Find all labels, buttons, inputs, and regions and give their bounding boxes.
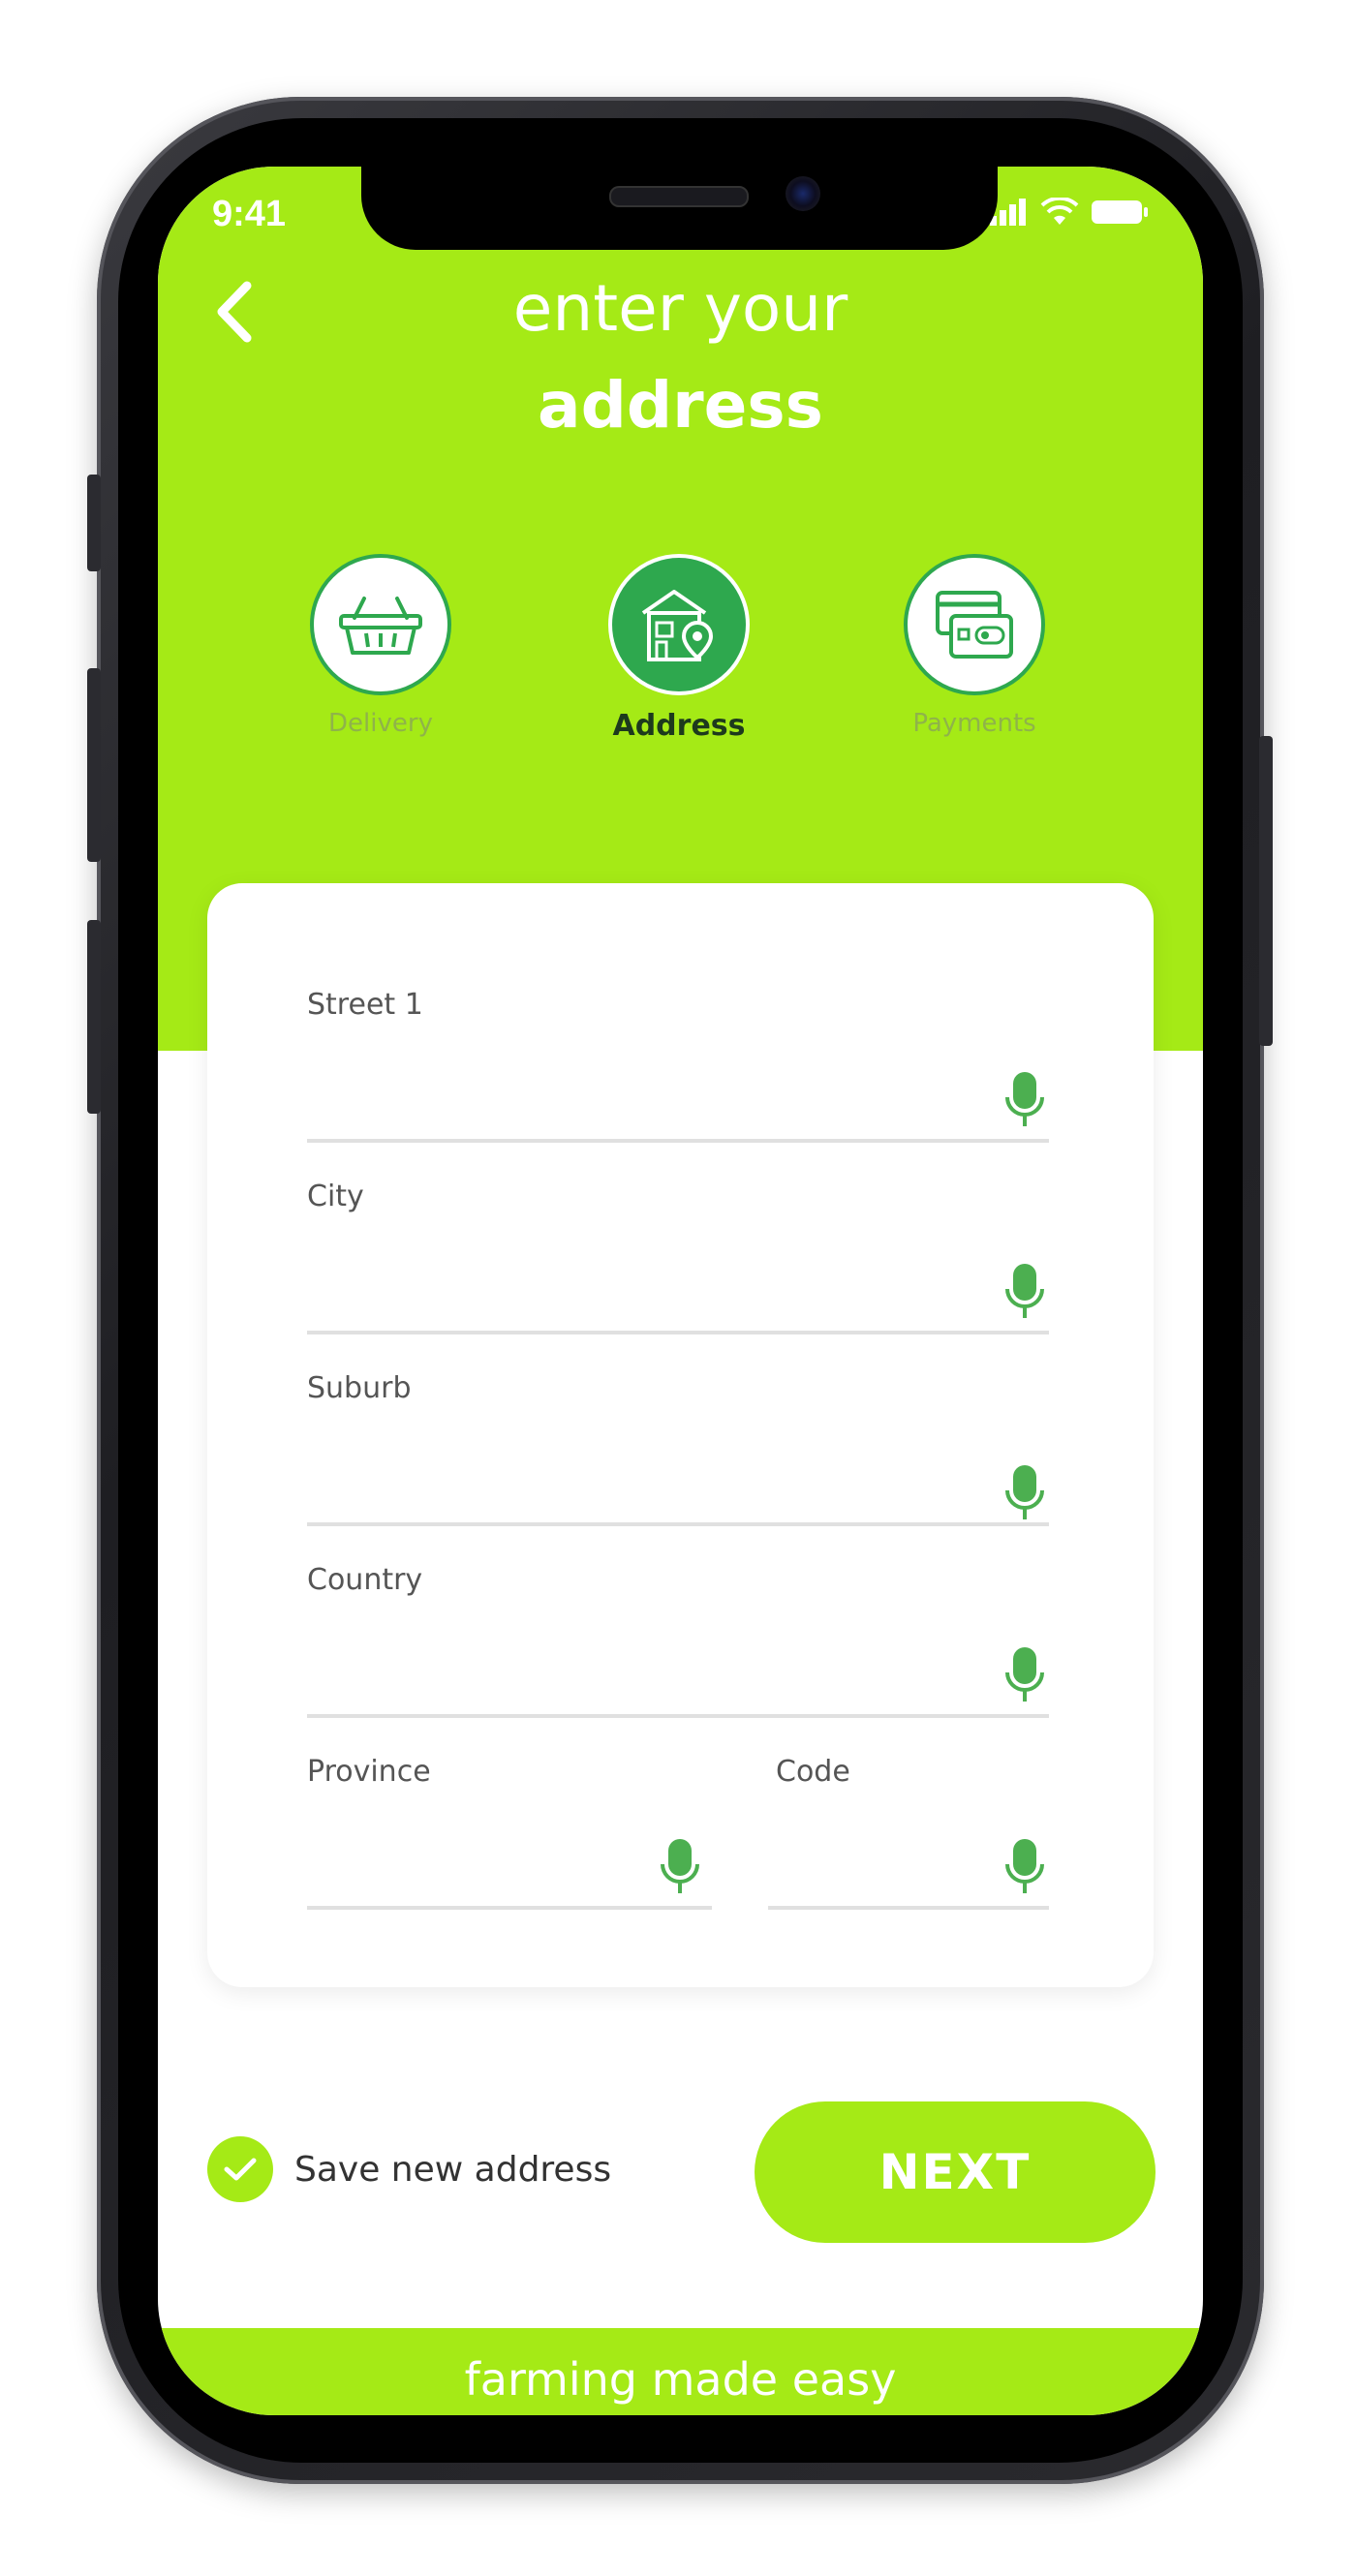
status-icons — [990, 198, 1149, 227]
status-time: 9:41 — [212, 194, 287, 234]
save-address-row[interactable]: Save new address — [207, 2136, 611, 2202]
microphone-icon — [1005, 1072, 1044, 1126]
suburb-field-label: Suburb — [307, 1371, 412, 1405]
front-camera — [786, 176, 820, 211]
house-location-icon — [641, 590, 714, 661]
app-screen: 9:41 enter your address Delivery Address… — [158, 167, 1203, 2415]
save-address-label: Save new address — [294, 2149, 612, 2190]
province-underline — [307, 1906, 712, 1910]
country-field: Country — [307, 1563, 1049, 1733]
street-mic-button[interactable] — [1001, 1067, 1049, 1131]
footer-banner: farming made easy — [158, 2328, 1203, 2415]
province-mic-button[interactable] — [656, 1834, 704, 1898]
payment-card-icon — [936, 591, 1013, 659]
page-title-line2: address — [538, 368, 823, 443]
basket-icon — [339, 597, 422, 655]
street-field-label: Street 1 — [307, 988, 423, 1022]
suburb-mic-button[interactable] — [1001, 1460, 1049, 1524]
code-field-label: Code — [776, 1755, 850, 1789]
province-field: Province — [307, 1755, 712, 1925]
province-field-label: Province — [307, 1755, 431, 1789]
microphone-icon — [1005, 1839, 1044, 1893]
notch — [361, 167, 998, 250]
microphone-icon — [1005, 1465, 1044, 1519]
code-mic-button[interactable] — [1001, 1834, 1049, 1898]
step-payments-label: Payments — [912, 709, 1036, 738]
step-payments[interactable]: Payments — [868, 554, 1081, 738]
city-input[interactable] — [307, 1240, 1049, 1298]
street-underline — [307, 1139, 1049, 1143]
country-input[interactable] — [307, 1623, 1049, 1681]
country-field-label: Country — [307, 1563, 423, 1597]
volume-down-button — [87, 920, 101, 1114]
microphone-icon — [1005, 1647, 1044, 1702]
stage: 9:41 enter your address Delivery Address… — [0, 0, 1356, 2576]
city-mic-button[interactable] — [1001, 1259, 1049, 1323]
street-input[interactable] — [307, 1048, 1049, 1106]
city-field-label: City — [307, 1180, 364, 1213]
suburb-input[interactable] — [307, 1431, 1049, 1489]
suburb-field: Suburb — [307, 1371, 1049, 1542]
volume-up-button — [87, 668, 101, 862]
country-mic-button[interactable] — [1001, 1642, 1049, 1706]
suburb-underline — [307, 1522, 1049, 1526]
step-delivery[interactable]: Delivery — [274, 554, 487, 738]
step-address-circle — [608, 554, 750, 695]
mute-switch — [87, 475, 101, 571]
code-underline — [768, 1906, 1049, 1910]
step-address[interactable]: Address — [572, 554, 786, 743]
speaker-grille — [609, 186, 749, 207]
city-field: City — [307, 1180, 1049, 1350]
step-address-label: Address — [612, 709, 746, 743]
province-input[interactable] — [307, 1815, 712, 1873]
country-underline — [307, 1714, 1049, 1718]
next-button[interactable]: NEXT — [755, 2101, 1156, 2243]
microphone-icon — [1005, 1264, 1044, 1318]
microphone-icon — [661, 1839, 699, 1893]
battery-icon — [1092, 200, 1148, 224]
code-field: Code — [768, 1755, 1049, 1925]
address-form-card: Street 1 City Suburb Country Province Co… — [207, 883, 1154, 1987]
city-underline — [307, 1331, 1049, 1334]
page-title-line1: enter your — [512, 271, 848, 346]
step-delivery-circle — [310, 554, 451, 695]
footer-tagline: farming made easy — [464, 2353, 897, 2406]
step-delivery-label: Delivery — [328, 709, 433, 738]
street-field: Street 1 — [307, 988, 1049, 1158]
step-payments-circle — [904, 554, 1045, 695]
wifi-icon — [1040, 198, 1079, 225]
save-address-checkbox[interactable] — [207, 2136, 273, 2202]
power-button — [1259, 736, 1273, 1046]
checkmark-icon — [224, 2158, 257, 2181]
